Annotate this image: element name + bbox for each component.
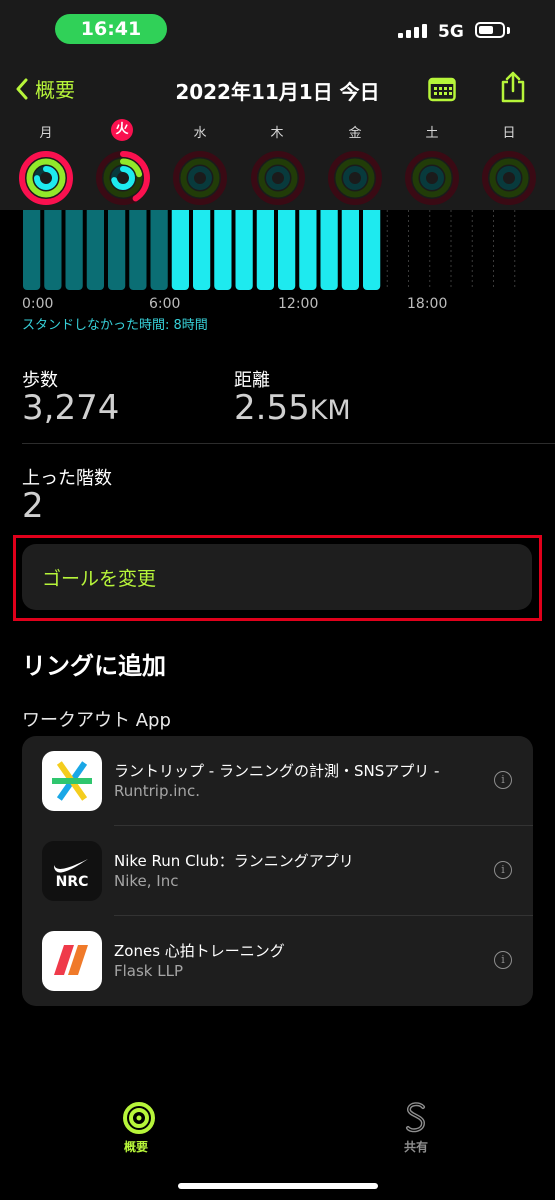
calendar-icon[interactable]	[428, 76, 456, 102]
divider	[22, 443, 555, 444]
activity-ring-thu[interactable]	[250, 150, 306, 206]
axis-label-6: 6:00	[149, 296, 181, 312]
axis-label-0: 0:00	[22, 296, 54, 312]
day-label: 土	[425, 126, 439, 141]
stand-hour-bar-stood	[171, 210, 189, 290]
app-developer: Nike, Inc	[114, 872, 179, 890]
day-label: 水	[193, 126, 207, 141]
axis-label-18: 18:00	[407, 296, 448, 312]
stand-hour-bar-stood	[363, 210, 381, 290]
stand-hour-bar-missed	[108, 210, 126, 290]
stand-hour-bar-stood	[214, 210, 232, 290]
share-icon[interactable]	[499, 70, 527, 104]
day-label: 木	[270, 126, 284, 141]
home-indicator	[178, 1183, 378, 1189]
activity-ring-tue[interactable]	[95, 150, 151, 206]
app-row-runtrip[interactable]: ラントリップ - ランニングの計測・SNSアプリ - Runtrip.inc. …	[22, 736, 533, 826]
day-wed[interactable]: 水	[172, 122, 228, 141]
stand-hour-bar-missed	[129, 210, 147, 290]
sharing-tab-icon[interactable]	[402, 1100, 430, 1136]
info-icon[interactable]: i	[494, 951, 512, 969]
stand-hour-bar-stood	[256, 210, 274, 290]
app-name: Zones 心拍トレーニング	[114, 942, 285, 960]
highlight-box	[13, 535, 542, 621]
app-developer: Runtrip.inc.	[114, 782, 200, 800]
app-row-nike[interactable]: NRC Nike Run Club：ランニングアプリ Nike, Inc i	[22, 826, 533, 916]
app-row-zones[interactable]: Zones 心拍トレーニング Flask LLP i	[22, 916, 533, 1006]
day-mon[interactable]: 月	[18, 122, 74, 141]
activity-ring-fri[interactable]	[327, 150, 383, 206]
distance-value-group: 2.55KM	[234, 388, 351, 428]
day-sat[interactable]: 土	[404, 122, 460, 141]
stand-hour-bar-missed	[65, 210, 83, 290]
section-subtitle: ワークアウト App	[22, 710, 171, 731]
battery-tip	[507, 27, 510, 34]
activity-ring-sun[interactable]	[481, 150, 537, 206]
stand-hour-bar-missed	[86, 210, 104, 290]
stand-hour-bar-stood	[320, 210, 338, 290]
page-title: 2022年11月1日 今日	[175, 80, 380, 104]
network-type: 5G	[438, 22, 464, 42]
stand-hour-bar-stood	[235, 210, 253, 290]
distance-unit: KM	[309, 395, 351, 426]
nrc-text: NRC	[55, 874, 89, 890]
tab-sharing[interactable]: 共有	[404, 1138, 428, 1155]
stand-hour-bar-missed	[23, 210, 41, 290]
signal-icon	[398, 24, 427, 38]
day-label: 月	[39, 126, 53, 141]
app-developer: Flask LLP	[114, 962, 184, 980]
activity-ring-wed[interactable]	[172, 150, 228, 206]
info-icon[interactable]: i	[494, 771, 512, 789]
steps-value: 3,274	[22, 388, 120, 428]
zones-app-icon	[42, 931, 102, 991]
activity-ring-sat[interactable]	[404, 150, 460, 206]
stand-note: スタンドしなかった時間: 8時間	[22, 318, 208, 333]
day-thu[interactable]: 木	[249, 122, 305, 141]
summary-tab-icon[interactable]	[122, 1101, 156, 1135]
day-sun[interactable]: 日	[481, 122, 537, 141]
axis-label-12: 12:00	[278, 296, 319, 312]
stand-hour-bar-missed	[44, 210, 62, 290]
stand-hours-chart	[23, 210, 516, 290]
info-icon[interactable]: i	[494, 861, 512, 879]
day-label: 金	[348, 126, 362, 141]
day-label: 日	[502, 126, 516, 141]
stand-hour-bar-stood	[193, 210, 211, 290]
runtrip-app-icon	[42, 751, 102, 811]
app-name: Nike Run Club：ランニングアプリ	[114, 852, 354, 870]
stand-hour-bar-stood	[299, 210, 317, 290]
nike-app-icon: NRC	[42, 841, 102, 901]
section-title: リングに追加	[22, 652, 166, 680]
battery-icon	[475, 22, 505, 38]
day-label: 火	[111, 119, 133, 141]
app-name: ラントリップ - ランニングの計測・SNSアプリ -	[114, 762, 440, 780]
stand-hour-bar-stood	[341, 210, 359, 290]
status-time[interactable]: 16:41	[55, 14, 167, 44]
day-tue[interactable]: 火	[94, 119, 150, 141]
stand-hour-bar-missed	[150, 210, 168, 290]
stand-hour-bar-stood	[278, 210, 296, 290]
activity-ring-mon[interactable]	[18, 150, 74, 206]
day-fri[interactable]: 金	[327, 122, 383, 141]
tab-summary[interactable]: 概要	[124, 1138, 148, 1155]
distance-value: 2.55	[234, 388, 310, 428]
floors-value: 2	[22, 486, 44, 526]
